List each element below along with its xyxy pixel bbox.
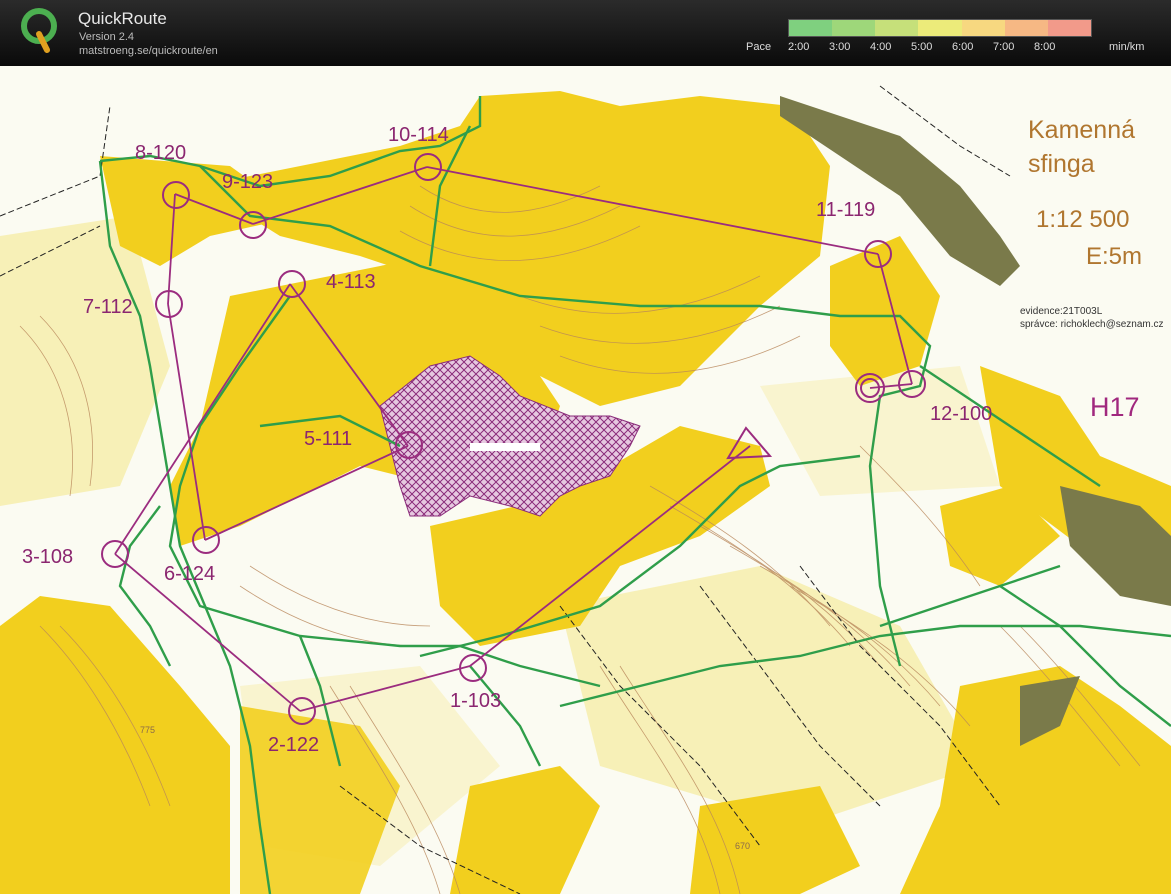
pace-color-bar [788, 19, 1092, 37]
map-title-line2: sfinga [1028, 150, 1095, 178]
pace-tick: 8:00 [1034, 41, 1056, 53]
pace-tick: 5:00 [911, 41, 933, 53]
pace-tick: 2:00 [788, 41, 810, 53]
control-label: 7-112 [83, 296, 133, 318]
app-version: Version 2.4 [79, 31, 135, 43]
map-title-line1: Kamenná [1028, 116, 1136, 144]
map-admin: správce: richoklech@seznam.cz [1020, 319, 1164, 330]
pace-tick: 3:00 [829, 41, 851, 53]
pace-unit: min/km [1109, 41, 1145, 53]
control-label: 10-114 [388, 124, 449, 146]
pace-tick: 7:00 [993, 41, 1015, 53]
control-label: 12-100 [930, 403, 993, 425]
pace-tick: 6:00 [952, 41, 974, 53]
control-label: 5-111 [304, 428, 353, 450]
control-label: 9-123 [222, 171, 274, 193]
control-label: 3-108 [22, 546, 74, 568]
map-scale: 1:12 500 [1036, 206, 1130, 233]
spot-height: 775 [140, 725, 156, 735]
quickroute-logo-icon [21, 8, 57, 53]
app-url[interactable]: matstroeng.se/quickroute/en [79, 45, 218, 57]
control-label: 8-120 [135, 142, 187, 164]
map-canvas [0, 66, 1171, 894]
control-label: 11-119 [816, 199, 876, 221]
pace-color-segment [789, 20, 833, 36]
map-category: H17 [1090, 392, 1140, 422]
pace-color-segment [832, 20, 876, 36]
spot-height: 670 [735, 841, 751, 851]
control-label: 2-122 [268, 734, 320, 756]
app-title: QuickRoute [78, 9, 167, 28]
control-label: 4-113 [326, 271, 376, 293]
map-contour-interval: E:5m [1086, 243, 1143, 270]
pace-color-segment [875, 20, 919, 36]
pace-color-segment [961, 20, 1005, 36]
pace-color-segment [1004, 20, 1048, 36]
control-label: 1-103 [450, 690, 502, 712]
pace-color-segment [918, 20, 962, 36]
app-header: QuickRoute Version 2.4 matstroeng.se/qui… [0, 0, 1171, 66]
map-evidence: evidence:21T003L [1020, 306, 1103, 317]
pace-label: Pace [746, 41, 772, 53]
pace-color-segment [1047, 20, 1091, 36]
pace-tick: 4:00 [870, 41, 892, 53]
orienteering-map[interactable]: 1-103 2-122 3-108 4-113 5-111 6-124 7-11… [0, 66, 1171, 894]
control-label: 6-124 [164, 563, 216, 585]
